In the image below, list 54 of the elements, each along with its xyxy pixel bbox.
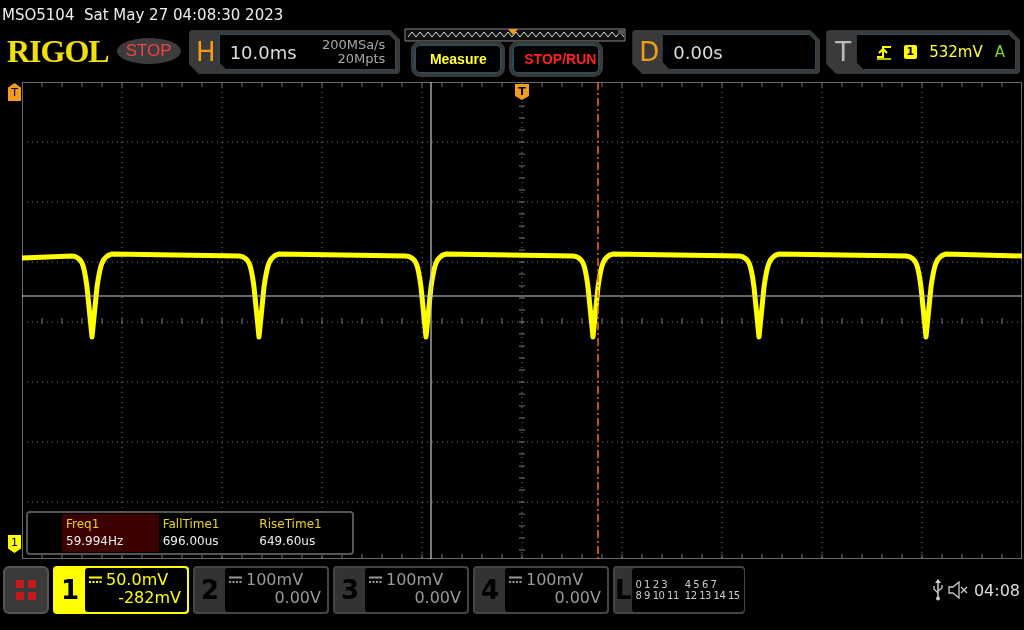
horizontal-panel[interactable]: H 10.0ms 200MSa/s 20Mpts [188, 30, 401, 74]
vertical-offset: 0.00V [414, 589, 461, 607]
sample-rate: 200MSa/s [321, 38, 386, 52]
dc-coupling-icon [89, 575, 102, 584]
vertical-scale: 100mV [386, 570, 444, 589]
trigger-level: 532mV [929, 43, 983, 61]
rising-edge-icon [875, 44, 892, 60]
measure-button[interactable]: Measure [414, 44, 503, 74]
stop-run-button[interactable]: STOP/RUN [512, 44, 601, 74]
measurement-item[interactable]: RiseTime1 649.60us [255, 514, 352, 552]
panel-letter: D [638, 37, 661, 67]
speaker-muted-icon [947, 581, 968, 599]
measurement-value: 59.994Hz [66, 534, 125, 548]
dc-coupling-icon [509, 575, 522, 584]
measurement-item[interactable]: FallTime1 696.00us [158, 514, 256, 552]
measurement-item[interactable]: Freq1 59.994Hz [62, 514, 159, 552]
device-title: MSO5104 Sat May 27 04:08:30 2023 [1, 5, 284, 26]
run-status-indicator: STOP [116, 38, 181, 64]
menu-icon [16, 580, 36, 600]
measurement-value: 649.60us [259, 534, 317, 548]
delay-value: 0.00s [673, 41, 723, 63]
dc-coupling-icon [369, 575, 382, 584]
timebase-value: 10.0ms [229, 41, 297, 63]
trigger-panel[interactable]: T 1 532mV A [826, 30, 1020, 74]
measurement-name: FallTime1 [162, 517, 221, 531]
channel-number: 1 [59, 574, 81, 607]
brand-logo: RIGOL [7, 35, 109, 67]
vertical-offset: 0.00V [274, 589, 321, 607]
trigger-source: 1 [903, 45, 918, 59]
vertical-scale: 100mV [246, 570, 304, 589]
vertical-offset: 0.00V [554, 589, 601, 607]
clock-time: 04:08 [973, 580, 1020, 600]
channel-offset-marker[interactable]: 1 [8, 535, 21, 553]
measurement-name: Freq1 [66, 517, 101, 531]
channel-panel[interactable]: 1 50.0mV -282mV [53, 566, 189, 614]
vertical-scale: 50.0mV [106, 570, 169, 589]
usb-icon [931, 579, 944, 601]
dc-coupling-icon [229, 575, 242, 584]
trigger-level-marker[interactable]: T [8, 83, 21, 101]
measurement-name: RiseTime1 [259, 517, 323, 531]
logic-channel-labels: 0 1 2 3 [635, 579, 669, 590]
menu-button[interactable] [3, 566, 49, 614]
logic-channel-labels: 12 13 14 15 [684, 590, 740, 601]
vertical-offset: -282mV [118, 589, 181, 607]
measurement-value: 696.00us [162, 534, 220, 548]
trigger-mode: A [994, 43, 1005, 61]
delay-panel[interactable]: D 0.00s [632, 30, 821, 74]
logic-channel-labels: 8 9 10 11 [635, 590, 679, 601]
memory-depth: 20Mpts [337, 52, 386, 66]
logic-channel-labels: 4 5 6 7 [684, 579, 718, 590]
panel-letter: H [194, 37, 217, 67]
trigger-position-marker[interactable]: T [515, 84, 529, 100]
vertical-scale: 100mV [526, 570, 584, 589]
panel-letter: T [834, 37, 853, 67]
